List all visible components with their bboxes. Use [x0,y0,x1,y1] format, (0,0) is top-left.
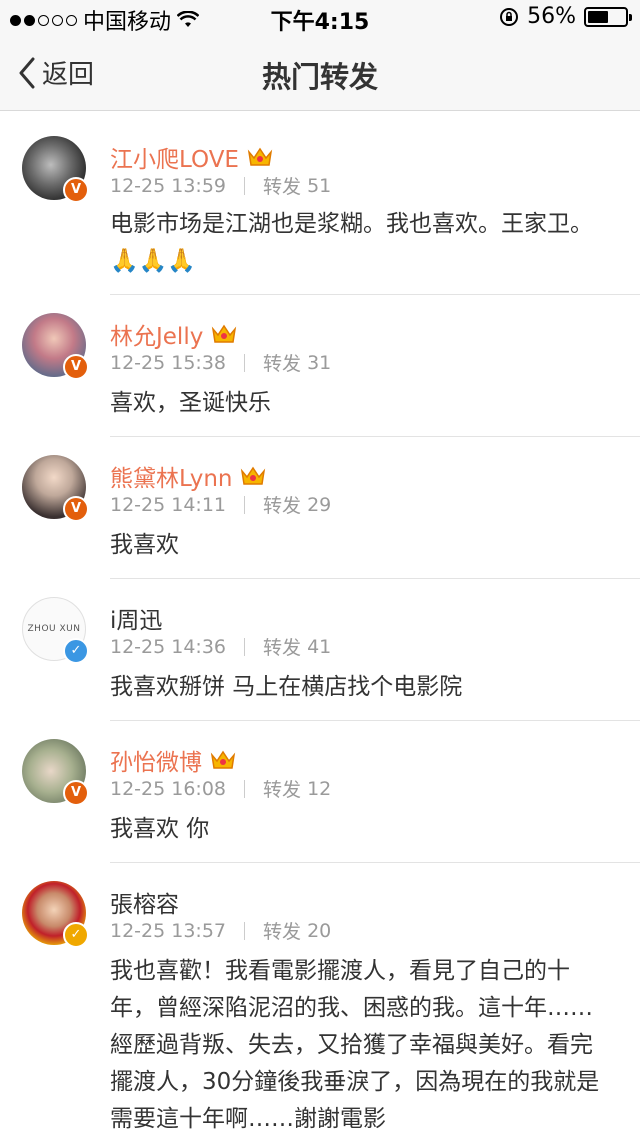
post-text: 我喜欢掰饼 马上在横店找个电影院 [110,674,463,700]
user-name[interactable]: 江小爬LOVE [110,140,239,174]
post-time: 12-25 14:36 [110,635,227,658]
repost-count: 20 [307,919,332,942]
post-time: 12-25 13:57 [110,919,227,942]
verified-badge-icon: V [63,780,89,806]
rotation-lock-icon [500,7,519,26]
user-name[interactable]: 孙怡微博 [110,743,202,777]
post-text: 我喜欢 [110,532,179,558]
user-name[interactable]: i周迅 [110,601,162,635]
repost-label: 转发 [263,176,302,198]
list-item[interactable]: ✓ 張榕容 12-25 13:57 转发 20 我也喜歡！我看電影擺渡人，看見了… [0,863,640,1143]
list-item[interactable]: V 熊黛林Lynn 12-25 14:11 转发 29 我喜欢 [0,437,640,579]
repost-label: 转发 [263,921,302,943]
user-name[interactable]: 熊黛林Lynn [110,459,232,493]
list-item[interactable]: V 林允Jelly 12-25 15:38 转发 31 喜欢，圣诞快乐 [0,295,640,437]
verified-badge-icon: V [63,177,89,203]
list-item[interactable]: ZHOU XUN ✓ i周迅 12-25 14:36 转发 41 我喜欢掰饼 马… [0,579,640,721]
avatar[interactable]: V [22,455,89,522]
repost-count: 31 [307,351,332,374]
vip-crown-icon [212,324,237,343]
user-name[interactable]: 林允Jelly [110,317,203,351]
vip-crown-icon [247,147,273,166]
post-text: 我也喜歡！我看電影擺渡人，看見了自己的十年，曾經深陷泥沼的我、困惑的我。這十年…… [110,958,600,1132]
meta-divider [244,779,246,798]
verified-badge-icon: ✓ [63,638,89,664]
repost-label: 转发 [263,637,302,659]
repost-label: 转发 [263,353,302,375]
status-bar: 中国移动 下午4:15 56% [0,0,640,36]
repost-label: 转发 [263,779,302,801]
list-item[interactable]: V 江小爬LOVE 12-25 13:59 转发 51 电影市场是江湖也是浆糊。… [0,116,640,295]
battery-percent: 56% [527,4,576,29]
meta-divider [244,637,246,656]
navigation-bar: 返回 热门转发 [0,36,640,111]
meta-divider [244,495,246,514]
repost-label: 转发 [263,495,302,517]
verified-badge-icon: V [63,496,89,522]
verified-badge-icon: V [63,354,89,380]
avatar[interactable]: ZHOU XUN ✓ [22,597,89,664]
post-time: 12-25 13:59 [110,174,227,197]
battery-icon [584,6,632,27]
vip-crown-icon [210,750,236,769]
repost-count: 41 [307,635,332,658]
post-time: 12-25 14:11 [110,493,227,516]
repost-count: 29 [307,493,332,516]
post-text: 我喜欢 你 [110,816,210,842]
avatar[interactable]: V [22,313,89,380]
avatar-logo-text: ZHOU XUN [27,624,81,634]
meta-divider [244,353,246,372]
user-name[interactable]: 張榕容 [110,885,179,919]
post-time: 12-25 16:08 [110,777,227,800]
verified-badge-icon: ✓ [63,922,89,948]
post-text: 电影市场是江湖也是浆糊。我也喜欢。王家卫。🙏🙏🙏 [110,211,593,274]
meta-divider [244,921,246,940]
avatar[interactable]: ✓ [22,881,89,948]
post-time: 12-25 15:38 [110,351,227,374]
post-text: 喜欢，圣诞快乐 [110,390,271,416]
avatar[interactable]: V [22,739,89,806]
vip-crown-icon [241,466,266,485]
page-title: 热门转发 [261,60,378,94]
list-item[interactable]: V 孙怡微博 12-25 16:08 转发 12 我喜欢 你 [0,721,640,863]
repost-count: 51 [307,174,332,197]
meta-divider [244,176,246,195]
avatar[interactable]: V [22,136,89,203]
repost-count: 12 [307,777,332,800]
